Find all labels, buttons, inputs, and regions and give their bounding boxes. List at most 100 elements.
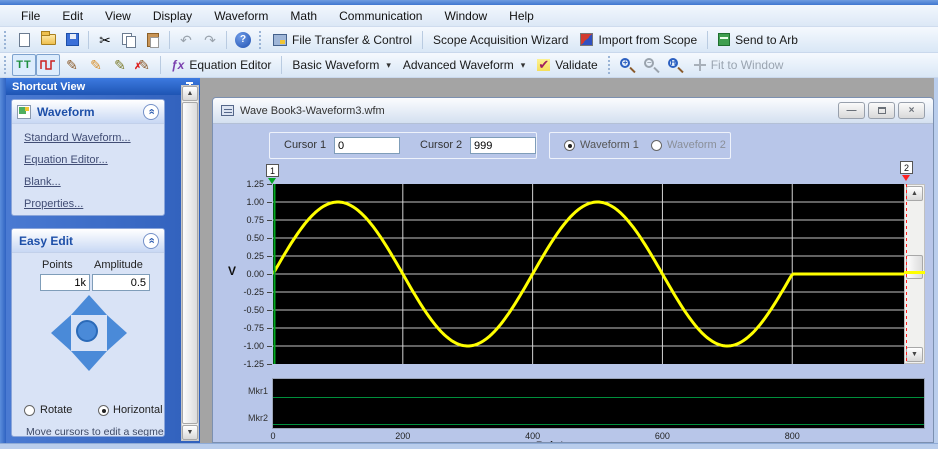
dpad-down-button[interactable] bbox=[71, 351, 107, 371]
zoom-out-button[interactable]: − bbox=[640, 54, 664, 76]
document-titlebar[interactable]: Wave Book3-Waveform3.wfm — × bbox=[213, 98, 933, 124]
cursor2-input[interactable] bbox=[470, 137, 536, 154]
chart-vertical-scrollbar[interactable]: ▲ ▼ bbox=[904, 184, 925, 364]
cursor2-label: Cursor 2 bbox=[420, 139, 462, 151]
marker-display-toggle[interactable]: ΤΤ bbox=[12, 54, 36, 76]
waveform1-radio-label[interactable]: Waveform 1 bbox=[580, 139, 639, 151]
draw-line-button[interactable]: ✎ bbox=[84, 54, 108, 76]
toolbar-grip[interactable] bbox=[4, 31, 9, 49]
cursor2-line[interactable] bbox=[906, 184, 907, 364]
zoom-horizontal-button[interactable]: H bbox=[664, 54, 688, 76]
help-button[interactable]: ? bbox=[231, 29, 255, 51]
new-document-icon bbox=[19, 33, 30, 47]
y-tick-0.25: 0.25 bbox=[222, 250, 264, 262]
mkr2-line[interactable] bbox=[273, 424, 924, 425]
rotate-radio-label[interactable]: Rotate bbox=[40, 404, 72, 416]
scrollbar-thumb[interactable] bbox=[182, 102, 198, 424]
draw-freehand-button[interactable]: ✎ bbox=[60, 54, 84, 76]
scope-acquisition-wizard-button[interactable]: Scope Acquisition Wizard bbox=[427, 29, 574, 51]
save-button[interactable] bbox=[60, 29, 84, 51]
erase-x-icon: ✗ bbox=[134, 61, 142, 72]
advanced-waveform-button[interactable]: Advanced Waveform ▾ bbox=[397, 54, 531, 76]
cut-button[interactable]: ✂ bbox=[93, 29, 117, 51]
toolbar-separator bbox=[281, 56, 282, 74]
amplitude-input[interactable] bbox=[92, 274, 150, 291]
zoom-in-button[interactable]: + bbox=[616, 54, 640, 76]
collapse-panel-button[interactable]: « bbox=[143, 233, 159, 249]
mkr1-label: Mkr1 bbox=[236, 386, 268, 396]
document-body: Cursor 1 Cursor 2 Waveform 1 Waveform 2 … bbox=[214, 124, 934, 443]
cursor2-flag-triangle[interactable] bbox=[902, 175, 910, 181]
waveform1-radio[interactable] bbox=[564, 140, 575, 151]
menu-item-file[interactable]: File bbox=[10, 7, 51, 25]
menu-item-waveform[interactable]: Waveform bbox=[203, 7, 279, 25]
x-axis-title: Points bbox=[536, 440, 570, 443]
waveform2-radio-label[interactable]: Waveform 2 bbox=[667, 139, 726, 151]
y-tick-mark bbox=[267, 202, 272, 203]
new-button[interactable] bbox=[12, 29, 36, 51]
restore-button[interactable] bbox=[868, 102, 895, 119]
zoom-in-icon: + bbox=[619, 57, 636, 74]
cursor-groupbox: Cursor 1 Cursor 2 bbox=[269, 132, 537, 159]
scroll-up-icon[interactable]: ▲ bbox=[906, 186, 923, 201]
equation-editor-button[interactable]: ƒx Equation Editor bbox=[165, 54, 277, 76]
copy-button[interactable] bbox=[117, 29, 141, 51]
dpad-right-button[interactable] bbox=[107, 315, 127, 351]
toolbar-separator bbox=[422, 31, 423, 49]
help-icon: ? bbox=[235, 32, 251, 48]
menu-item-help[interactable]: Help bbox=[498, 7, 545, 25]
open-button[interactable] bbox=[36, 29, 60, 51]
advanced-waveform-label: Advanced Waveform bbox=[403, 58, 514, 72]
file-transfer-label: File Transfer & Control bbox=[292, 33, 412, 47]
waveform-plot[interactable] bbox=[273, 184, 924, 364]
validate-button[interactable]: ✔ Validate bbox=[531, 54, 603, 76]
menu-item-window[interactable]: Window bbox=[433, 7, 498, 25]
waveform-display-toggle[interactable] bbox=[36, 54, 60, 76]
points-input[interactable] bbox=[40, 274, 90, 291]
close-button[interactable]: × bbox=[898, 102, 925, 119]
dpad-center-button[interactable] bbox=[76, 320, 98, 342]
basic-waveform-button[interactable]: Basic Waveform ▾ bbox=[286, 54, 396, 76]
minimize-button[interactable]: — bbox=[838, 102, 865, 119]
sidebar-link-standard-waveform[interactable]: Standard Waveform... bbox=[24, 132, 131, 144]
sidebar-link-blank[interactable]: Blank... bbox=[24, 176, 61, 188]
erase-point-button[interactable]: ✎✗ bbox=[132, 54, 156, 76]
toolbar-grip[interactable] bbox=[4, 56, 9, 74]
sidebar-link-equation-editor[interactable]: Equation Editor... bbox=[24, 154, 108, 166]
sidebar-scrollbar[interactable]: ▲ ▼ bbox=[181, 85, 199, 441]
cursor2-flag[interactable]: 2 bbox=[900, 161, 913, 174]
dpad-up-button[interactable] bbox=[71, 295, 107, 315]
waveform2-radio[interactable] bbox=[651, 140, 662, 151]
cursor1-input[interactable] bbox=[334, 137, 400, 154]
menu-item-math[interactable]: Math bbox=[279, 7, 328, 25]
toolbar-grip[interactable] bbox=[259, 31, 264, 49]
scroll-up-icon[interactable]: ▲ bbox=[182, 86, 198, 101]
equation-editor-label: Equation Editor bbox=[189, 58, 271, 72]
paste-button[interactable] bbox=[141, 29, 165, 51]
cursor1-flag-triangle[interactable] bbox=[268, 178, 276, 184]
horizontal-shift-radio[interactable] bbox=[98, 405, 109, 416]
cursor1-flag[interactable]: 1 bbox=[266, 164, 279, 177]
sidebar-link-properties[interactable]: Properties... bbox=[24, 198, 83, 210]
scroll-down-icon[interactable]: ▼ bbox=[182, 425, 198, 440]
menu-item-display[interactable]: Display bbox=[142, 7, 203, 25]
draw-point-button[interactable]: ✎ bbox=[108, 54, 132, 76]
dpad-left-button[interactable] bbox=[51, 315, 71, 351]
mkr1-line[interactable] bbox=[273, 397, 924, 398]
menu-item-edit[interactable]: Edit bbox=[51, 7, 94, 25]
rotate-radio[interactable] bbox=[24, 405, 35, 416]
scrollbar-thumb[interactable] bbox=[906, 255, 923, 279]
menu-item-communication[interactable]: Communication bbox=[328, 7, 433, 25]
horizontal-shift-radio-label[interactable]: Horizontal Shi bbox=[113, 404, 165, 416]
fit-to-window-button[interactable]: Fit to Window bbox=[688, 54, 790, 76]
toolbar-grip[interactable] bbox=[608, 56, 613, 74]
scroll-down-icon[interactable]: ▼ bbox=[906, 347, 923, 362]
send-to-arb-button[interactable]: Send to Arb bbox=[712, 29, 804, 51]
redo-button[interactable]: ↷ bbox=[198, 29, 222, 51]
file-transfer-button[interactable]: File Transfer & Control bbox=[267, 29, 418, 51]
import-from-scope-button[interactable]: Import from Scope bbox=[574, 29, 703, 51]
collapse-panel-button[interactable]: « bbox=[143, 104, 159, 120]
marker-panel[interactable] bbox=[272, 378, 925, 429]
undo-button[interactable]: ↶ bbox=[174, 29, 198, 51]
menu-item-view[interactable]: View bbox=[94, 7, 142, 25]
